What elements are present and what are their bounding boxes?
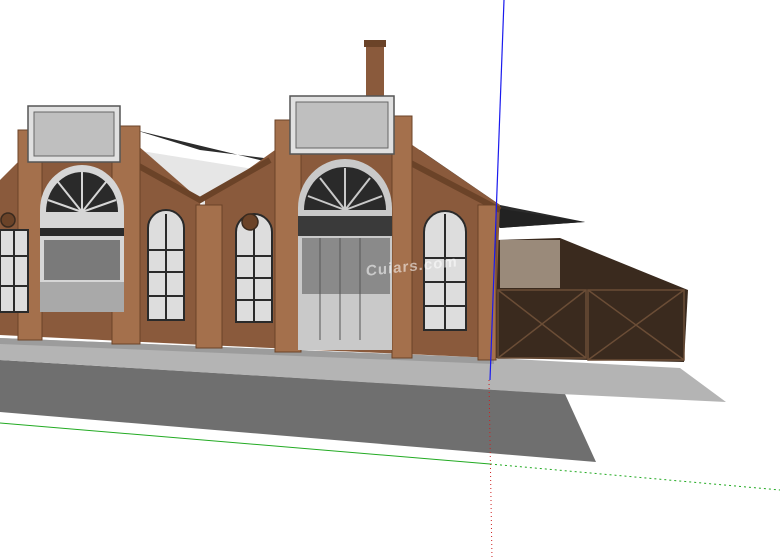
green-axis-dotted	[489, 463, 780, 491]
chimney-cap	[364, 40, 386, 47]
arched-opening-right	[298, 158, 392, 350]
window-tall-2	[235, 213, 273, 323]
window-left-edge	[0, 229, 29, 313]
annex-yard	[500, 240, 560, 288]
window-tall-1	[147, 209, 185, 321]
window-tall-3	[423, 210, 467, 331]
signboard-right	[289, 95, 395, 155]
arched-opening-left	[40, 165, 124, 312]
modeling-viewport[interactable]: Cuiars.com	[0, 0, 780, 560]
annex-roof	[496, 208, 585, 228]
signboard-left	[27, 105, 121, 163]
chimney	[366, 44, 384, 99]
building-model[interactable]	[0, 0, 780, 560]
round-ornament-right	[241, 213, 259, 231]
round-ornament-left	[0, 212, 16, 228]
